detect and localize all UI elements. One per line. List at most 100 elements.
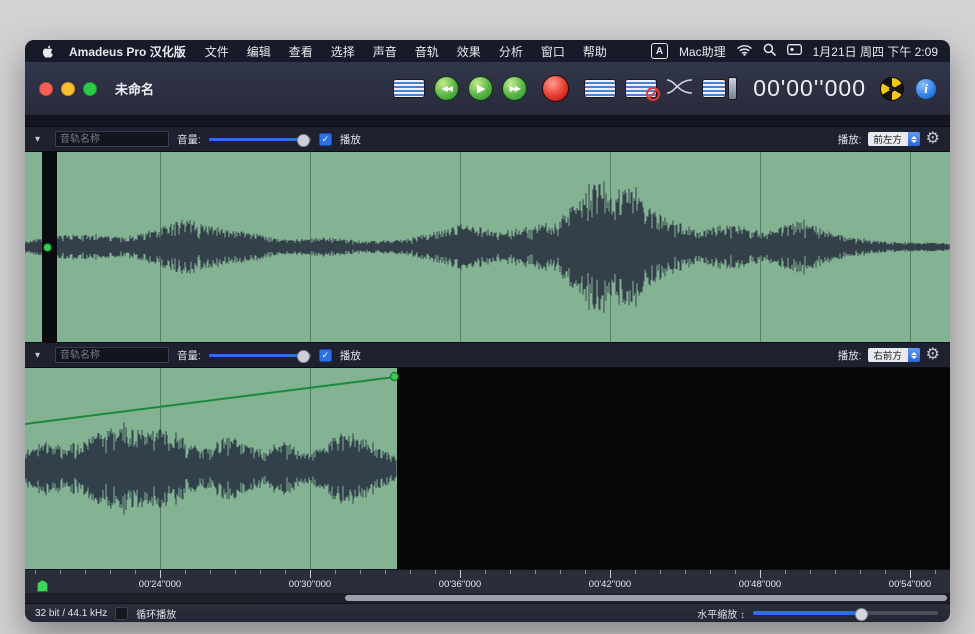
ruler-tick [85, 570, 86, 574]
ruler-tick [860, 570, 861, 574]
menu-file[interactable]: 文件 [196, 43, 238, 60]
menu-effects[interactable]: 效果 [448, 43, 490, 60]
ruler-tick [210, 570, 211, 574]
info-button[interactable] [916, 79, 936, 99]
ruler-tick [535, 570, 536, 574]
menu-window[interactable]: 窗口 [532, 43, 574, 60]
ruler-tick [185, 570, 186, 574]
track1-header: 音量: 播放 播放: 前左方 [25, 126, 950, 152]
minimize-window-button[interactable] [61, 82, 75, 96]
timeline-label: 00'54''000 [889, 579, 931, 590]
input-method-badge[interactable]: A [651, 43, 668, 59]
track2-volume-slider[interactable] [209, 349, 311, 361]
wifi-icon[interactable] [737, 44, 752, 59]
window-toolbar: 未命名 00'00''000 [25, 62, 950, 116]
track1-pan-label: 播放: [838, 132, 862, 147]
stepper-arrows-icon [908, 348, 920, 362]
timeline-label: 00'48''000 [739, 579, 781, 590]
ruler-tick [160, 570, 161, 578]
close-window-button[interactable] [39, 82, 53, 96]
track1-play-checkbox[interactable] [319, 133, 332, 146]
ruler-tick [810, 570, 811, 574]
status-bar: 32 bit / 44.1 kHz 循环播放 水平缩放 [25, 603, 950, 622]
menu-sound[interactable]: 声音 [364, 43, 406, 60]
track2-volume-label: 音量: [177, 348, 201, 363]
ruler-tick [735, 570, 736, 574]
sample-format-label: 32 bit / 44.1 kHz [35, 608, 107, 619]
ruler-tick [610, 570, 611, 578]
apple-menu[interactable] [37, 44, 59, 59]
crossfade-icon[interactable] [666, 77, 693, 101]
playhead-marker[interactable] [37, 580, 48, 592]
window-title: 未命名 [115, 79, 154, 98]
menu-track[interactable]: 音轨 [406, 43, 448, 60]
record-button[interactable] [542, 75, 569, 102]
ruler-tick [635, 570, 636, 574]
zoom-window-button[interactable] [83, 82, 97, 96]
track-list-icon[interactable] [393, 79, 425, 98]
ruler-tick [385, 570, 386, 574]
track1-volume-slider[interactable] [209, 133, 311, 145]
ruler-tick [585, 570, 586, 574]
track2-header: 音量: 播放 播放: 右前方 [25, 342, 950, 368]
timeline-label: 00'42''000 [589, 579, 631, 590]
ruler-tick [885, 570, 886, 574]
track2-pan-label: 播放: [838, 348, 862, 363]
horizontal-zoom-label: 水平缩放 [697, 606, 745, 621]
horizontal-zoom-slider[interactable] [753, 607, 938, 619]
mix-fader-icon [728, 77, 737, 100]
menu-view[interactable]: 查看 [280, 43, 322, 60]
track1-pan-dropdown[interactable]: 前左方 [868, 132, 920, 146]
track2-pan-dropdown[interactable]: 右前方 [868, 348, 920, 362]
ruler-tick [685, 570, 686, 574]
waveform-view-disabled-icon[interactable] [625, 79, 657, 98]
caution-radiation-icon[interactable] [880, 77, 904, 101]
fast-forward-button[interactable] [502, 76, 527, 101]
track2-disclosure-chevron-icon[interactable] [35, 350, 47, 361]
record-settings-icon[interactable] [702, 77, 737, 100]
track1-envelope-point[interactable] [43, 243, 52, 252]
track1-disclosure-chevron-icon[interactable] [35, 134, 47, 145]
menu-app-name[interactable]: Amadeus Pro 汉化版 [59, 43, 196, 60]
menu-analysis[interactable]: 分析 [490, 43, 532, 60]
menu-edit[interactable]: 编辑 [238, 43, 280, 60]
track2-settings-gear-icon[interactable] [926, 347, 940, 363]
menu-help[interactable]: 帮助 [574, 43, 616, 60]
timeline-ruler[interactable]: 00'24''000 00'30''000 00'36''000 00'42''… [25, 569, 950, 593]
ruler-tick [510, 570, 511, 574]
play-button[interactable] [468, 76, 493, 101]
ruler-tick [760, 570, 761, 578]
track2-play-checkbox[interactable] [319, 349, 332, 362]
track2-play-label: 播放 [340, 348, 361, 363]
horizontal-scrollbar[interactable] [25, 593, 950, 603]
loop-playback-label: 循环播放 [136, 606, 176, 621]
stepper-arrows-icon [908, 132, 920, 146]
waveform-view-icon[interactable] [584, 79, 616, 98]
ruler-tick [935, 570, 936, 574]
control-center-icon[interactable] [787, 44, 802, 58]
track2-envelope-line [25, 368, 405, 569]
desktop: Amadeus Pro 汉化版 文件 编辑 查看 选择 声音 音轨 效果 分析 … [0, 0, 975, 634]
menu-bar-clock[interactable]: 1月21日 周四 下午 2:09 [813, 43, 938, 60]
track2-name-input[interactable] [55, 347, 169, 363]
spotlight-search-icon[interactable] [763, 43, 776, 59]
loop-playback-checkbox[interactable] [115, 607, 128, 620]
ruler-tick [285, 570, 286, 574]
horizontal-scrollbar-thumb[interactable] [345, 595, 947, 601]
rewind-button[interactable] [434, 76, 459, 101]
ruler-tick [335, 570, 336, 574]
ruler-tick [110, 570, 111, 574]
ruler-tick [460, 570, 461, 578]
track1-settings-gear-icon[interactable] [926, 131, 940, 147]
track1-waveform-area[interactable] [25, 152, 950, 342]
ruler-tick [910, 570, 911, 578]
timeline-label: 00'24''000 [139, 579, 181, 590]
track2-envelope-point[interactable] [390, 372, 399, 381]
menu-select[interactable]: 选择 [322, 43, 364, 60]
track1-name-input[interactable] [55, 131, 169, 147]
ruler-tick [260, 570, 261, 574]
assistant-menu-extra[interactable]: Mac助理 [679, 43, 726, 60]
track2-waveform-area[interactable] [25, 368, 950, 569]
timeline-label: 00'30''000 [289, 579, 331, 590]
menu-bar: Amadeus Pro 汉化版 文件 编辑 查看 选择 声音 音轨 效果 分析 … [25, 40, 950, 62]
